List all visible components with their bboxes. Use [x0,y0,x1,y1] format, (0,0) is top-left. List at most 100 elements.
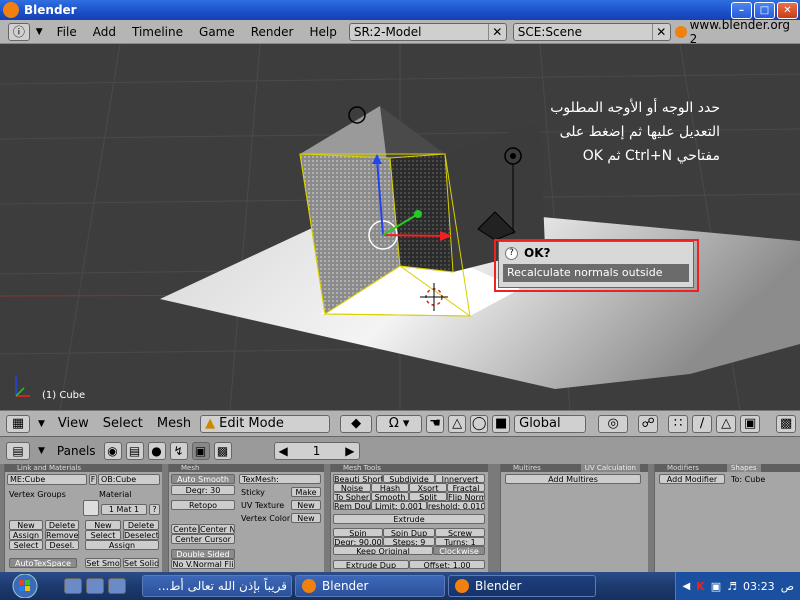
task-blender-2[interactable]: Blender [448,575,596,597]
center-new-button[interactable]: Center Ne [199,524,235,534]
clock[interactable]: 03:23 [743,580,775,593]
scene-delete-icon[interactable]: ✕ [651,23,670,40]
switch-windows-icon[interactable] [86,578,104,594]
edge-select-icon[interactable]: ∕ [692,414,713,433]
show-desktop-icon[interactable] [64,578,82,594]
start-button[interactable] [0,572,50,600]
close-button[interactable]: ✕ [777,1,798,19]
collapse-arrow-icon[interactable]: ▼ [38,419,45,429]
script-context-icon[interactable]: ▤ [125,441,144,460]
extrude-dup-button[interactable]: Extrude Dup [333,560,409,569]
fractal-button[interactable]: Fractal [447,483,485,492]
rotate-icon[interactable]: ◯ [470,414,489,433]
vg-select-button[interactable]: Select [9,540,43,550]
subdivide-button[interactable]: Subdivide [383,474,435,483]
menu-file[interactable]: File [49,25,85,39]
maximize-button[interactable]: □ [754,1,775,19]
object-context-icon[interactable]: ↯ [169,441,188,460]
screw-turns-field[interactable]: Turns: 1 [435,537,485,546]
extrude-button[interactable]: Extrude [333,514,485,524]
hash-button[interactable]: Hash [371,483,409,492]
spin-dup-button[interactable]: Spin Dup [383,528,435,537]
mode-selector[interactable]: ▲ Edit Mode [200,414,331,433]
material-color-swatch[interactable] [83,500,99,516]
collapse-arrow-icon[interactable]: ▼ [38,446,45,456]
orientation-selector[interactable]: Global [514,414,587,433]
vg-assign-button[interactable]: Assign [9,530,43,540]
set-solid-button[interactable]: Set Solid [123,558,159,568]
frame-increment-icon[interactable]: ▶ [345,444,354,458]
tray-expand-icon[interactable]: ◀ [682,581,690,592]
menu-render[interactable]: Render [243,25,302,39]
menu-select[interactable]: Select [98,416,148,431]
double-sided-toggle[interactable]: Double Sided [171,549,235,559]
vg-new-button[interactable]: New [9,520,43,530]
no-vnormal-flip-toggle[interactable]: No V.Normal Fli [171,559,235,569]
editor-type-icon[interactable]: ▦ [6,414,30,433]
frame-number-field[interactable]: ◀ 1 ▶ [273,441,360,460]
screw-button[interactable]: Screw [435,528,485,537]
scene-field[interactable]: SCE:Scene [514,25,652,39]
editor-type-icon[interactable]: ⓘ [8,22,30,41]
translate-icon[interactable]: △ [448,414,467,433]
shading-context-icon[interactable]: ● [147,441,166,460]
website-link[interactable]: www.blender.org 2 [674,18,800,46]
sticky-make-button[interactable]: Make [291,487,321,497]
split-button[interactable]: Split [409,492,447,501]
editor-type-icon[interactable]: ▤ [6,441,30,460]
vg-remove-button[interactable]: Remove [45,530,79,540]
manipulator-toggle-icon[interactable]: ☚ [426,414,445,433]
flip-normals-button[interactable]: Flip Norm [447,492,485,501]
fake-user-button[interactable]: F [89,474,97,485]
limit-field[interactable]: Limit: 0.001 [371,501,427,510]
set-smooth-button[interactable]: Set Smo [85,558,121,568]
screen-field[interactable]: SR:2-Model [350,25,488,39]
pivot-icon[interactable]: Ω ▾ [376,414,423,433]
clockwise-toggle[interactable]: Clockwise [433,546,485,555]
xsort-button[interactable]: Xsort [409,483,447,492]
offset-field[interactable]: Offset: 1.00 [409,560,485,569]
network-tray-icon[interactable]: ▣ [711,580,721,593]
frame-decrement-icon[interactable]: ◀ [279,444,288,458]
mat-delete-button[interactable]: Delete [123,520,159,530]
uv-texture-new-button[interactable]: New [291,500,321,510]
menu-game[interactable]: Game [191,25,243,39]
face-select-icon[interactable]: △ [716,414,737,433]
smooth-button[interactable]: Smooth [371,492,409,501]
minimize-button[interactable]: – [731,1,752,19]
spin-steps-field[interactable]: Steps: 9 [383,537,435,546]
draw-type-icon[interactable]: ◆ [340,414,373,433]
innervert-button[interactable]: Innervert [435,474,485,483]
mesh-name-field[interactable]: ME:Cube [7,474,87,485]
beauty-short-button[interactable]: Beauti Short [333,474,383,483]
mat-deselect-button[interactable]: Deselect [123,530,159,540]
threshold-field[interactable]: reshold: 0.010 [427,501,485,510]
spin-degree-field[interactable]: Degr: 90.00 [333,537,383,546]
volume-tray-icon[interactable]: ♬ [727,580,737,593]
menu-timeline[interactable]: Timeline [124,25,191,39]
center-cursor-button[interactable]: Center Cursor [171,534,235,544]
menu-view[interactable]: View [53,416,94,431]
vertex-select-icon[interactable]: ∷ [668,414,689,433]
vertex-color-new-button[interactable]: New [291,513,321,523]
material-index-field[interactable]: 1 Mat 1 [101,504,147,515]
render-preview-icon[interactable]: ▩ [776,414,797,433]
smooth-degree-field[interactable]: Degr: 30 [171,485,235,495]
editing-context-icon[interactable]: ▣ [191,441,210,460]
menu-add[interactable]: Add [85,25,124,39]
menu-mesh[interactable]: Mesh [152,416,196,431]
menu-help[interactable]: Help [301,25,344,39]
material-help-button[interactable]: ? [149,504,160,515]
vg-deselect-button[interactable]: Desel. [45,540,79,550]
mat-new-button[interactable]: New [85,520,121,530]
add-modifier-button[interactable]: Add Modifier [659,474,725,484]
noise-button[interactable]: Noise [333,483,371,492]
screen-delete-icon[interactable]: ✕ [487,23,506,40]
texmesh-field[interactable]: TexMesh: [239,474,321,484]
antivirus-tray-icon[interactable]: K [696,580,705,593]
remove-doubles-button[interactable]: Rem Dou [333,501,371,510]
object-name-field[interactable]: OB:Cube [98,474,160,485]
screen-selector[interactable]: SR:2-Model ✕ [348,22,507,41]
scene-context-icon[interactable]: ▩ [213,441,232,460]
mat-assign-button[interactable]: Assign [85,540,159,550]
